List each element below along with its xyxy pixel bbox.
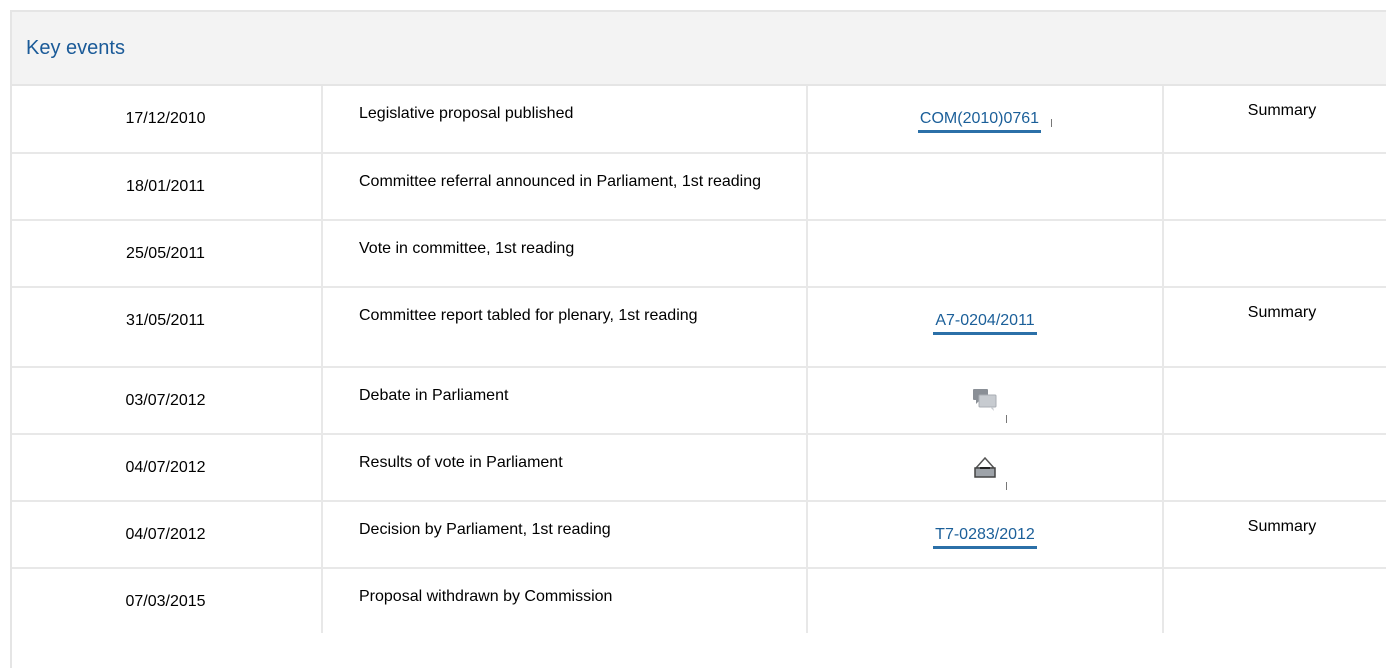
document-cell	[807, 434, 1164, 502]
event-description: Debate in Parliament	[322, 367, 808, 435]
table-row: 31/05/2011 Committee report tabled for p…	[12, 287, 1386, 368]
summary-cell	[1163, 153, 1386, 221]
table-row: 04/07/2012 Decision by Parliament, 1st r…	[12, 501, 1386, 569]
document-cell: T7-0283/2012	[807, 501, 1164, 569]
event-description: Committee report tabled for plenary, 1st…	[322, 287, 808, 368]
key-events-table: 17/12/2010 Legislative proposal publishe…	[12, 86, 1386, 633]
document-link[interactable]: A7-0204/2011	[933, 304, 1037, 335]
summary-cell	[1163, 220, 1386, 288]
external-link-marker	[1006, 415, 1007, 423]
event-date: 31/05/2011	[12, 287, 323, 368]
key-events-header: Key events	[12, 12, 1386, 86]
event-description: Legislative proposal published	[322, 86, 808, 154]
event-date: 07/03/2015	[12, 568, 323, 633]
event-description: Committee referral announced in Parliame…	[322, 153, 808, 221]
summary-link[interactable]: Summary	[1163, 86, 1386, 154]
table-row: 25/05/2011 Vote in committee, 1st readin…	[12, 220, 1386, 288]
document-link[interactable]: COM(2010)0761	[917, 102, 1042, 133]
document-cell: A7-0204/2011	[807, 287, 1164, 368]
document-cell	[807, 367, 1164, 435]
document-cell	[807, 220, 1164, 288]
event-description: Results of vote in Parliament	[322, 434, 808, 502]
event-description: Vote in committee, 1st reading	[322, 220, 808, 288]
summary-link[interactable]: Summary	[1163, 287, 1386, 368]
section-title: Key events	[26, 36, 125, 59]
table-row: 07/03/2015 Proposal withdrawn by Commiss…	[12, 568, 1386, 633]
table-row: 04/07/2012 Results of vote in Parliament	[12, 434, 1386, 502]
document-cell	[807, 153, 1164, 221]
summary-cell	[1163, 568, 1386, 633]
document-cell	[807, 568, 1164, 633]
event-description: Proposal withdrawn by Commission	[322, 568, 808, 633]
document-link[interactable]: T7-0283/2012	[933, 518, 1037, 549]
document-cell: COM(2010)0761	[807, 86, 1164, 154]
table-row: 17/12/2010 Legislative proposal publishe…	[12, 86, 1386, 154]
summary-cell	[1163, 434, 1386, 502]
event-description: Decision by Parliament, 1st reading	[322, 501, 808, 569]
key-events-panel: Key events 17/12/2010 Legislative propos…	[10, 10, 1386, 668]
external-link-marker	[1051, 119, 1053, 127]
vote-icon[interactable]	[972, 455, 1007, 490]
event-date: 18/01/2011	[12, 153, 323, 221]
event-date: 04/07/2012	[12, 434, 323, 502]
event-date: 04/07/2012	[12, 501, 323, 569]
external-link-marker	[1006, 482, 1007, 490]
summary-link[interactable]: Summary	[1163, 501, 1386, 569]
summary-cell	[1163, 367, 1386, 435]
event-date: 25/05/2011	[12, 220, 323, 288]
table-row: 03/07/2012 Debate in Parliament	[12, 367, 1386, 435]
debate-icon[interactable]	[972, 388, 1007, 423]
table-row: 18/01/2011 Committee referral announced …	[12, 153, 1386, 221]
event-date: 17/12/2010	[12, 86, 323, 154]
event-date: 03/07/2012	[12, 367, 323, 435]
